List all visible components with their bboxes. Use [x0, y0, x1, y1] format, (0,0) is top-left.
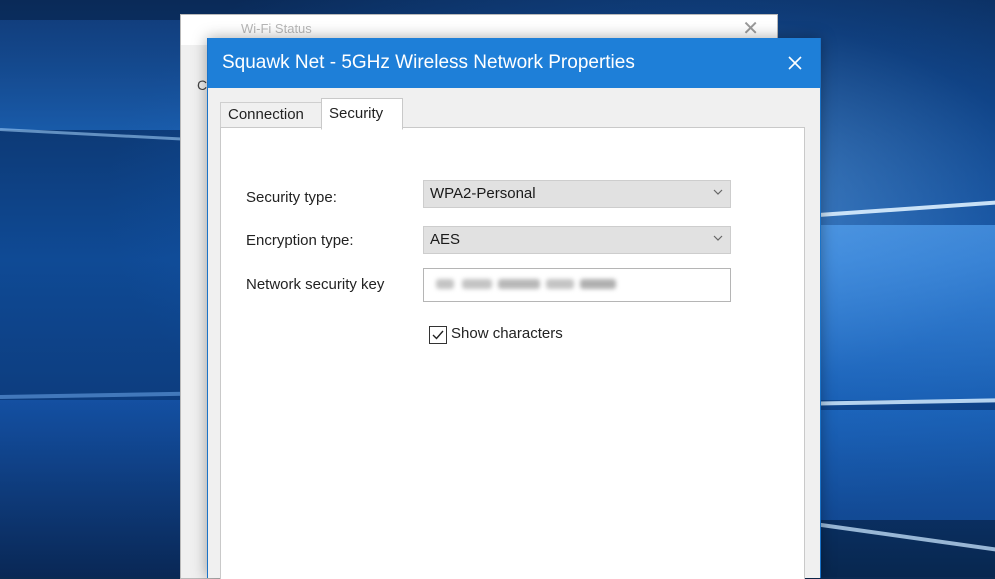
wallpaper-pane	[820, 410, 995, 520]
close-icon	[788, 56, 802, 70]
checkmark-icon	[432, 330, 444, 340]
tab-connection[interactable]: Connection	[220, 102, 326, 127]
blurred-key-text	[436, 277, 616, 291]
wallpaper-pane	[820, 225, 995, 400]
chevron-down-icon	[713, 189, 723, 195]
wallpaper-pane	[0, 400, 180, 577]
show-characters-checkbox[interactable]	[429, 326, 447, 344]
wifi-status-close-button[interactable]: ✕	[742, 19, 759, 39]
dialog-close-button[interactable]	[776, 44, 814, 82]
chevron-down-icon	[713, 235, 723, 241]
show-characters-label[interactable]: Show characters	[451, 325, 563, 342]
wifi-status-tab-edge: C	[197, 77, 208, 93]
security-type-value: WPA2-Personal	[430, 185, 536, 202]
dialog-titlebar[interactable]: Squawk Net - 5GHz Wireless Network Prope…	[208, 38, 820, 88]
wallpaper-light-ray	[799, 520, 995, 555]
network-security-key-input[interactable]	[423, 268, 731, 302]
wallpaper-pane	[0, 20, 180, 130]
encryption-type-label: Encryption type:	[246, 232, 354, 249]
encryption-type-dropdown[interactable]: AES	[423, 226, 731, 254]
wifi-status-title: Wi-Fi Status	[241, 21, 312, 36]
security-type-dropdown[interactable]: WPA2-Personal	[423, 180, 731, 208]
encryption-type-value: AES	[430, 231, 461, 248]
network-security-key-label: Network security key	[246, 276, 385, 293]
security-tab-panel: Security type: WPA2-Personal Encryption …	[220, 127, 805, 579]
dialog-title: Squawk Net - 5GHz Wireless Network Prope…	[222, 52, 635, 73]
tab-security[interactable]: Security	[321, 98, 403, 130]
network-properties-dialog[interactable]: Squawk Net - 5GHz Wireless Network Prope…	[207, 38, 821, 579]
security-type-label: Security type:	[246, 189, 337, 206]
